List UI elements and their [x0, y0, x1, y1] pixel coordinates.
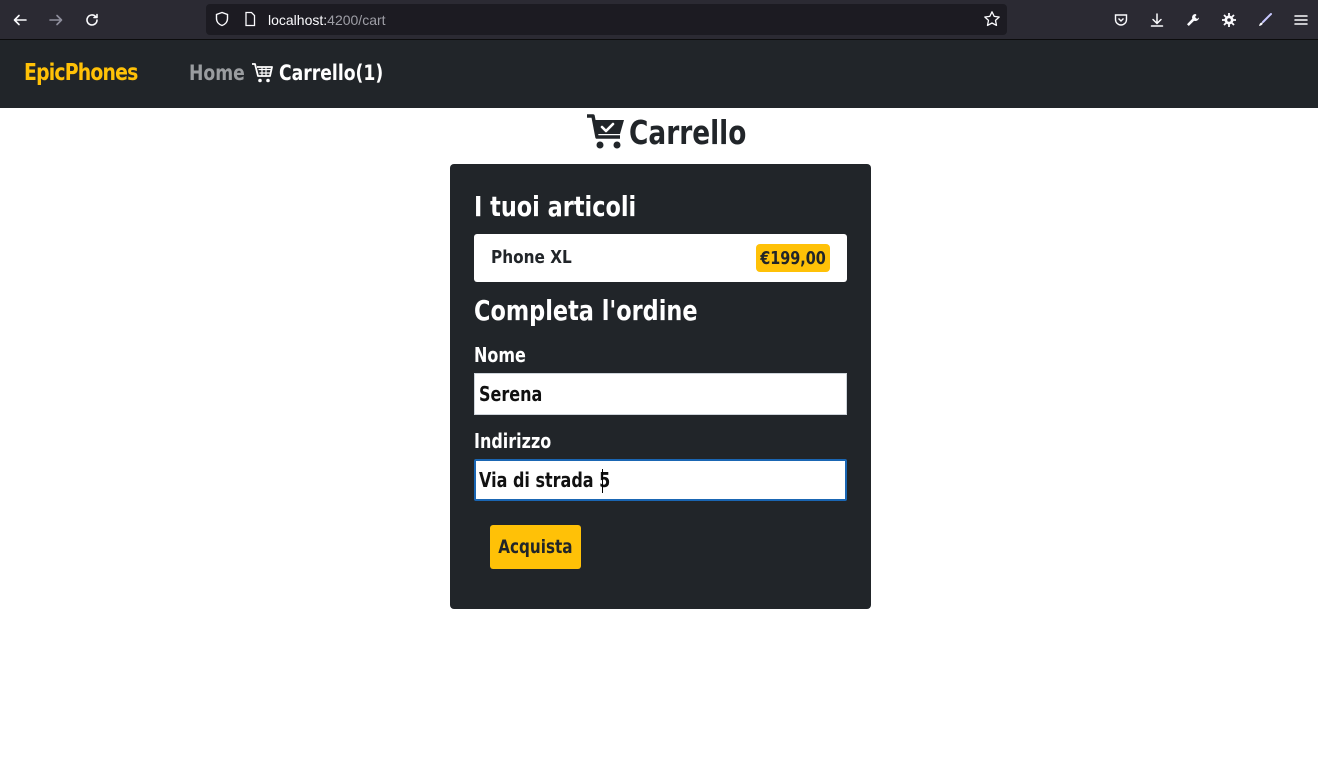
text-caret [602, 469, 603, 493]
back-icon[interactable] [8, 8, 32, 32]
address-label: Indirizzo [474, 429, 552, 453]
forward-icon[interactable] [44, 8, 68, 32]
name-label: Nome [474, 343, 526, 367]
item-price: €199,00 [760, 247, 826, 269]
nav-home-link[interactable]: Home [189, 61, 245, 85]
page-title: Carrello [586, 112, 776, 152]
shopping-cart-icon [252, 63, 273, 83]
nav-cart-label: Carrello(1) [279, 61, 384, 85]
brush-icon[interactable] [1253, 8, 1277, 32]
price-badge: €199,00 [756, 244, 830, 272]
cart-check-icon [587, 114, 624, 149]
brand-logo[interactable]: EpicPhones [24, 60, 138, 86]
name-field-value: Serena [479, 382, 543, 406]
name-field[interactable]: Serena [474, 373, 847, 415]
menu-icon[interactable] [1289, 8, 1313, 32]
items-heading: I tuoi articoli [474, 190, 637, 223]
address-field[interactable]: Via di strada 5 [474, 459, 847, 501]
list-item: Phone XL €199,00 [474, 234, 847, 282]
order-heading: Completa l'ordine [474, 294, 698, 327]
item-name: Phone XL [491, 247, 572, 268]
app-navbar: EpicPhones Home Carrello(1) [0, 40, 1318, 108]
buy-button-label: Acquista [498, 536, 573, 558]
shield-icon[interactable] [214, 11, 230, 27]
url-path: 4200/cart [327, 12, 386, 28]
nav-cart-link[interactable]: Carrello(1) [251, 61, 406, 85]
reload-icon[interactable] [80, 8, 104, 32]
download-icon[interactable] [1145, 8, 1169, 32]
pocket-icon[interactable] [1109, 8, 1133, 32]
wrench-icon[interactable] [1181, 8, 1205, 32]
gear-icon[interactable] [1217, 8, 1241, 32]
url-text[interactable]: localhost:4200/cart [268, 12, 386, 28]
buy-button[interactable]: Acquista [490, 525, 581, 569]
browser-toolbar: localhost:4200/cart [0, 0, 1318, 40]
address-field-value: Via di strada 5 [479, 468, 611, 492]
url-host: localhost: [268, 12, 328, 28]
cart-card: I tuoi articoli Phone XL €199,00 Complet… [450, 164, 871, 609]
page-icon [245, 11, 256, 27]
page-title-text: Carrello [629, 112, 747, 152]
url-bar[interactable]: localhost:4200/cart [206, 4, 1007, 35]
star-icon[interactable] [983, 10, 1001, 28]
